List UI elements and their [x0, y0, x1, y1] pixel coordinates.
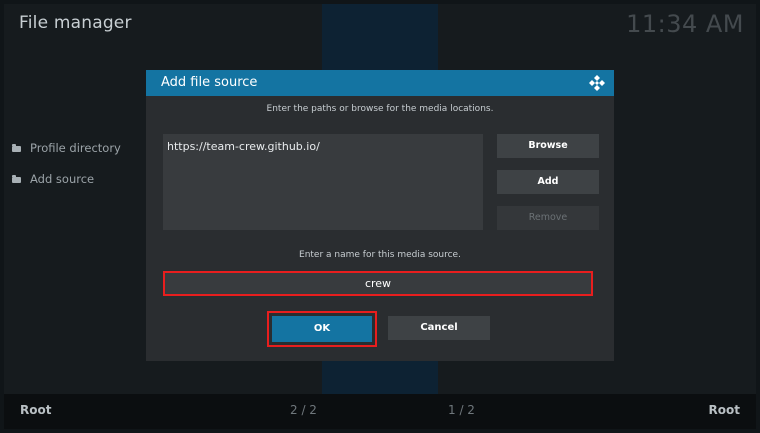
remove-button[interactable]: Remove: [497, 206, 599, 230]
dialog-title: Add file source: [161, 75, 258, 90]
sidebar-item-profile-directory[interactable]: Profile directory: [12, 138, 121, 158]
add-file-source-dialog: Add file source Enter the paths or brows…: [146, 70, 614, 361]
source-name-field[interactable]: crew: [163, 271, 593, 296]
kodi-screen: File manager 11:34 AM Profile directory …: [0, 0, 760, 433]
source-list: Profile directory Add source: [12, 138, 121, 200]
ok-highlight: OK: [267, 311, 377, 347]
cancel-button[interactable]: Cancel: [388, 316, 490, 340]
browse-button[interactable]: Browse: [497, 134, 599, 158]
sidebar-item-add-source[interactable]: Add source: [12, 169, 121, 189]
ok-button[interactable]: OK: [272, 316, 372, 342]
name-label: Enter a name for this media source.: [299, 250, 461, 260]
sidebar-item-label: Profile directory: [30, 141, 121, 155]
footer-left-path: Root: [20, 403, 52, 417]
page-title: File manager: [19, 13, 132, 33]
dialog-instructions: Enter the paths or browse for the media …: [266, 104, 494, 114]
footer-right-path: Root: [708, 403, 740, 417]
clock: 11:34 AM: [626, 10, 744, 38]
footer-left-page: 2 / 2: [290, 403, 317, 417]
kodi-logo-icon: [589, 75, 605, 91]
dialog-title-bar: Add file source: [146, 70, 614, 96]
folder-icon: [12, 143, 21, 152]
list-item[interactable]: https://team-crew.github.io/: [167, 140, 320, 153]
source-paths-list[interactable]: https://team-crew.github.io/: [163, 134, 483, 230]
footer-bar: Root 2 / 2 1 / 2 Root: [4, 394, 756, 429]
sidebar-item-label: Add source: [30, 172, 95, 186]
folder-icon: [12, 174, 21, 183]
footer-right-page: 1 / 2: [448, 403, 475, 417]
add-button[interactable]: Add: [497, 170, 599, 194]
